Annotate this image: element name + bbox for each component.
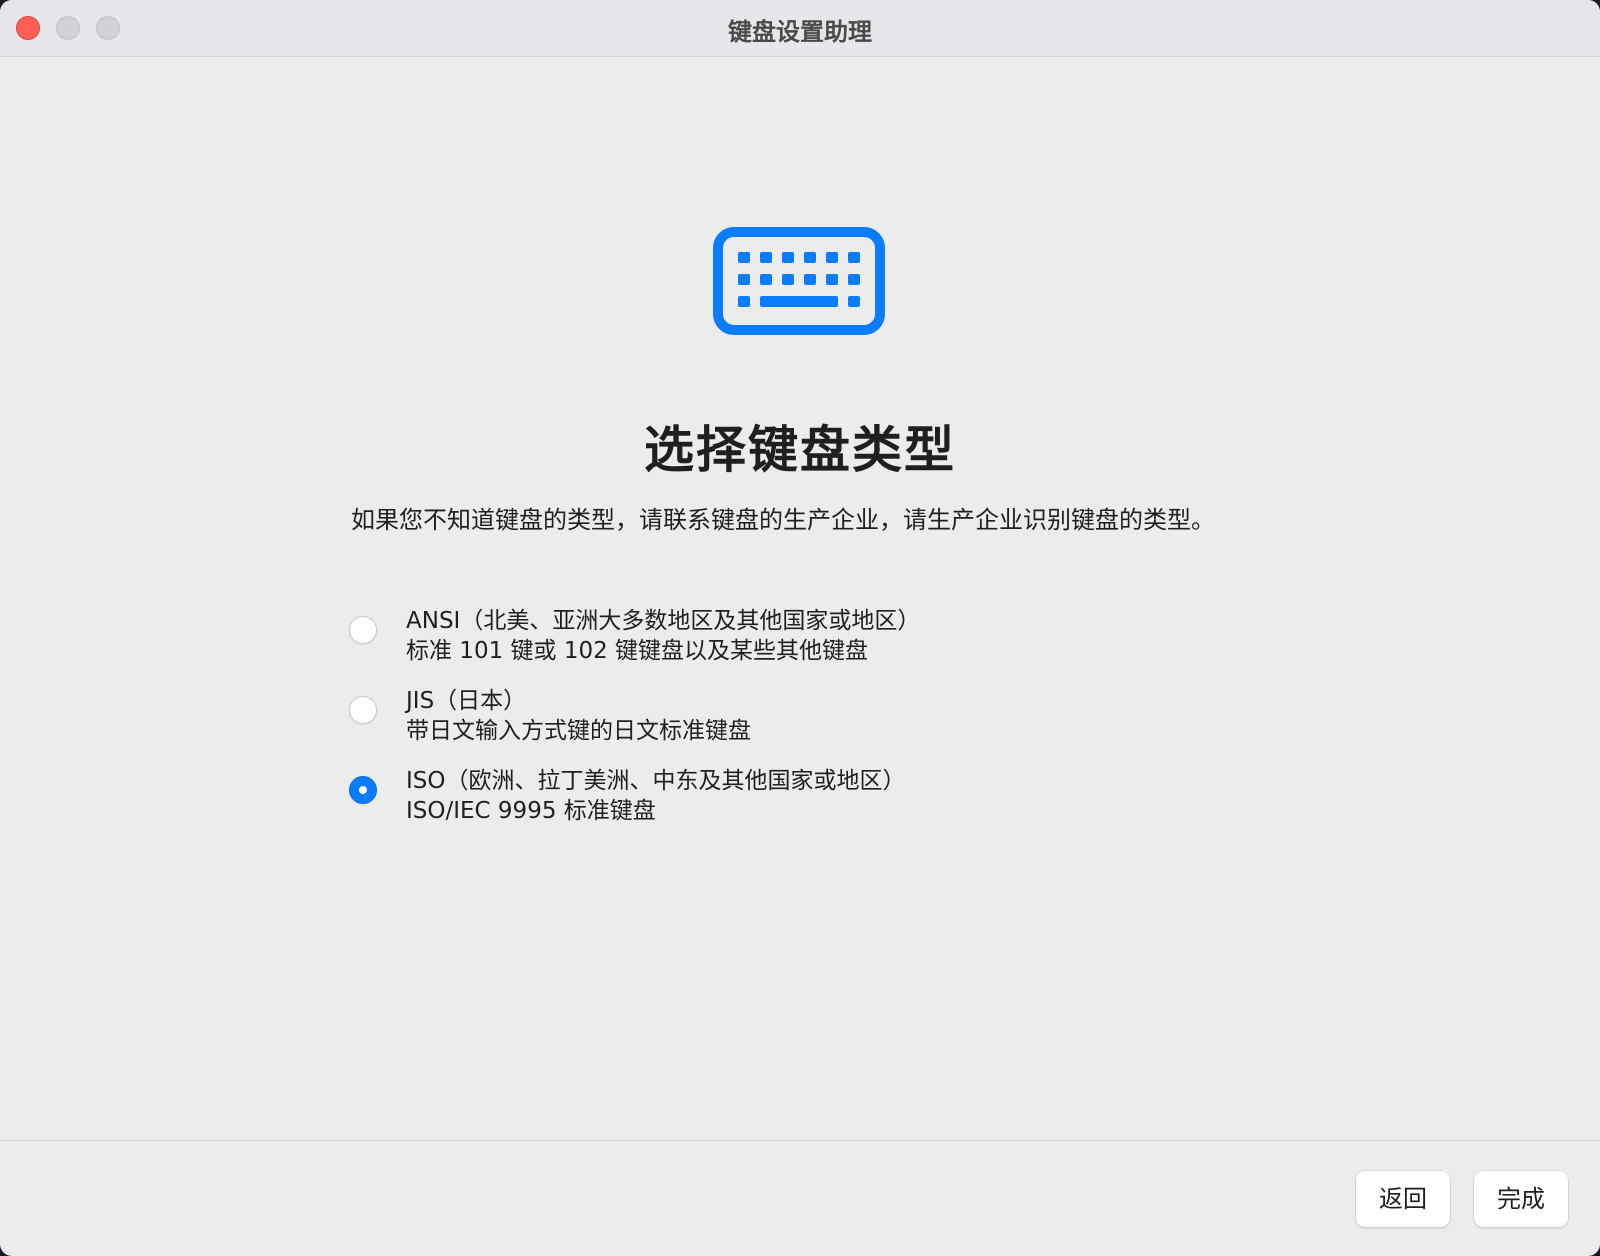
back-button[interactable]: 返回 (1356, 1171, 1450, 1227)
radio-jis[interactable] (349, 696, 377, 724)
option-iso-title: ISO（欧洲、拉丁美洲、中东及其他国家或地区） (406, 768, 906, 794)
keyboard-icon (713, 227, 885, 335)
done-button[interactable]: 完成 (1474, 1171, 1568, 1227)
option-jis[interactable]: JIS（日本） 带日文输入方式键的日文标准键盘 (349, 686, 989, 750)
description-text: 如果您不知道键盘的类型，请联系键盘的生产企业，请生产企业识别键盘的类型。 (351, 506, 1215, 534)
title-bar: 键盘设置助理 (0, 0, 1600, 57)
option-iso[interactable]: ISO（欧洲、拉丁美洲、中东及其他国家或地区） ISO/IEC 9995 标准键… (349, 766, 989, 830)
option-ansi-subtitle: 标准 101 键或 102 键键盘以及某些其他键盘 (406, 638, 869, 664)
radio-ansi[interactable] (349, 616, 377, 644)
option-iso-subtitle: ISO/IEC 9995 标准键盘 (406, 798, 656, 824)
option-jis-title: JIS（日本） (406, 688, 527, 714)
option-jis-subtitle: 带日文输入方式键的日文标准键盘 (406, 718, 751, 744)
option-ansi-title: ANSI（北美、亚洲大多数地区及其他国家或地区） (406, 608, 921, 634)
option-ansi[interactable]: ANSI（北美、亚洲大多数地区及其他国家或地区） 标准 101 键或 102 键… (349, 606, 989, 670)
footer-divider (0, 1140, 1600, 1141)
keyboard-setup-window: 键盘设置助理 选择键盘类型 如果您不知道键盘的类型，请联系键盘的生产企业，请生产… (0, 0, 1600, 1256)
window-title: 键盘设置助理 (728, 18, 872, 46)
radio-iso[interactable] (349, 776, 377, 804)
page-heading: 选择键盘类型 (644, 421, 956, 479)
